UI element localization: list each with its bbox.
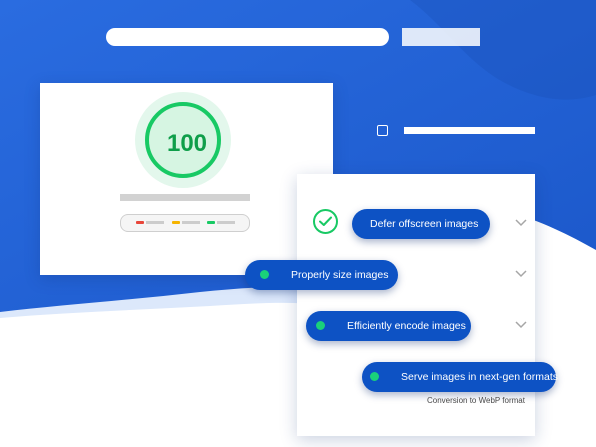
- score-gauge-ring: 100: [145, 102, 221, 178]
- chevron-down-icon[interactable]: [515, 321, 527, 329]
- search-bar-placeholder: [106, 28, 389, 46]
- audit-serve-next-gen-formats[interactable]: Serve images in next-gen formats: [362, 362, 558, 392]
- score-gauge: 100: [135, 92, 231, 188]
- header-button-placeholder: [402, 28, 480, 46]
- status-dot-icon: [316, 321, 325, 330]
- audit-caption: Conversion to WebP format: [427, 396, 525, 405]
- audit-label: Properly size images: [291, 269, 389, 281]
- legend-average-label-placeholder: [182, 221, 200, 224]
- legend-pass-marker: [207, 221, 215, 224]
- audit-defer-offscreen-images[interactable]: Defer offscreen images: [352, 209, 490, 239]
- chevron-down-icon[interactable]: [515, 270, 527, 278]
- audit-efficiently-encode-images[interactable]: Efficiently encode images: [306, 311, 471, 341]
- checkbox-placeholder: [377, 125, 388, 136]
- checkmark-icon: [313, 209, 338, 234]
- status-dot-icon: [260, 270, 269, 279]
- chevron-down-icon[interactable]: [515, 219, 527, 227]
- audit-label: Serve images in next-gen formats: [401, 371, 558, 383]
- status-dot-icon: [370, 372, 379, 381]
- audit-label: Defer offscreen images: [370, 218, 479, 230]
- text-line-placeholder: [404, 127, 535, 134]
- legend-average-marker: [172, 221, 180, 224]
- score-card: 100: [40, 83, 333, 275]
- audit-label: Efficiently encode images: [347, 320, 466, 332]
- legend-fail-marker: [136, 221, 144, 224]
- score-legend: [120, 214, 250, 232]
- legend-pass-label-placeholder: [217, 221, 235, 224]
- score-value: 100: [166, 130, 208, 157]
- score-title-placeholder: [120, 194, 250, 201]
- legend-fail-label-placeholder: [146, 221, 164, 224]
- audit-properly-size-images[interactable]: Properly size images: [245, 260, 398, 290]
